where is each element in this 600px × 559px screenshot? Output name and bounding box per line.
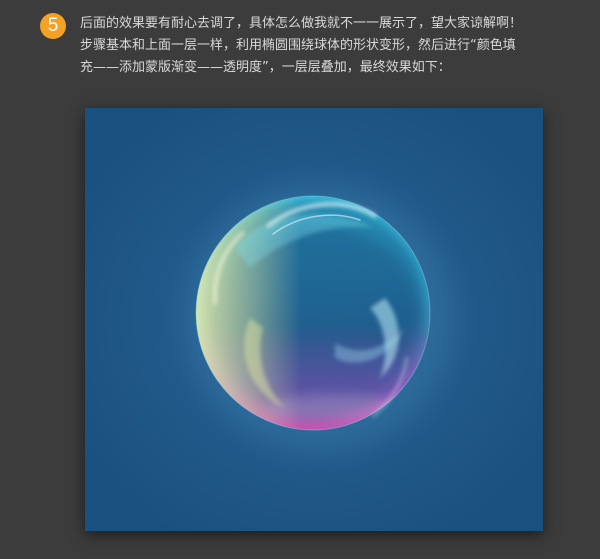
instruction-line: 充——添加蒙版渐变——透明度”，一层层叠加，最终效果如下： (80, 60, 451, 75)
instruction-line: 后面的效果要有耐心去调了，具体怎么做我就不一一展示了，望大家谅解啊！ (80, 16, 523, 31)
step-instructions: 后面的效果要有耐心去调了，具体怎么做我就不一一展示了，望大家谅解啊！ 步骤基本和… (80, 13, 580, 79)
instruction-line: 步骤基本和上面一层一样，利用椭圆围绕球体的形状变形，然后进行“颜色填 (80, 38, 516, 53)
step-number-badge: 5 (40, 13, 66, 39)
result-image-frame (85, 108, 543, 531)
bubble-illustration (85, 108, 543, 531)
